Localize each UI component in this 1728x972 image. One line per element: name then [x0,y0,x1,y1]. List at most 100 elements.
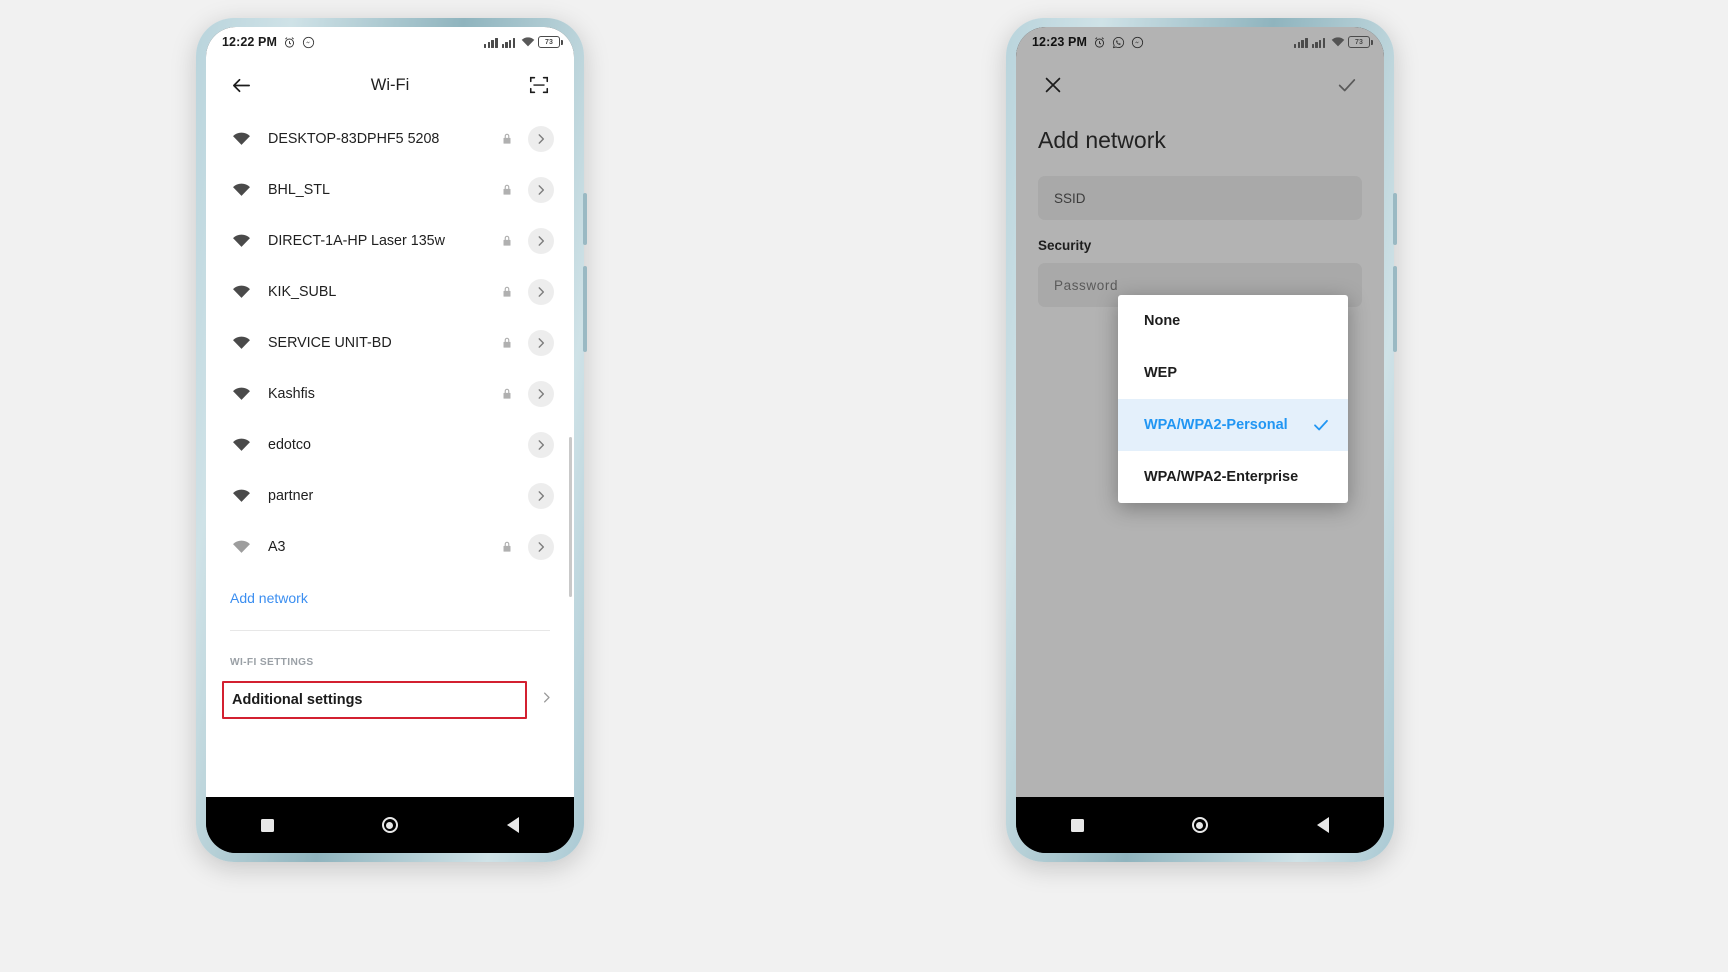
battery-icon: 73 [538,36,563,48]
wifi-signal-icon [230,128,252,150]
back-button[interactable] [496,808,530,842]
right-phone-volume-button [1393,266,1397,352]
circle-icon [1191,817,1208,833]
wifi-network-list: DESKTOP-83DPHF5 5208 BHL_STL DIRECT-1A-H… [206,113,574,572]
wifi-signal-icon [230,536,252,558]
wifi-signal-icon [230,179,252,201]
screenshot-canvas: 12:22 PM 73 Wi-Fi DESKTOP-83DPHF5 5208 B… [0,0,1728,972]
messenger-icon [302,36,315,49]
recents-button[interactable] [1060,808,1094,842]
wifi-network-name: partner [268,487,314,504]
wifi-action-bar: Wi-Fi [206,57,574,113]
status-time: 12:22 PM [222,35,277,49]
alarm-icon [1093,36,1106,49]
add-network-title: Add network [1038,127,1166,153]
wifi-network-name: DIRECT-1A-HP Laser 135w [268,232,445,249]
wifi-icon [1331,36,1345,49]
dropdown-option-label: WPA/WPA2-Personal [1144,417,1288,433]
add-network-link[interactable]: Add network [206,572,574,624]
additional-settings-wrapper: Additional settings [206,668,574,720]
wifi-settings-section-label: WI-FI SETTINGS [230,657,314,668]
wifi-row[interactable]: Kashfis [206,368,574,419]
chevron-right-icon[interactable] [528,431,554,458]
password-placeholder: Password [1054,277,1119,293]
wifi-row[interactable]: DESKTOP-83DPHF5 5208 [206,113,574,164]
chevron-right-icon[interactable] [528,125,554,152]
left-status-bar: 12:22 PM 73 [206,27,574,57]
wifi-network-name: SERVICE UNIT-BD [268,334,392,351]
checkmark-icon [1312,416,1330,434]
status-right-group: 73 [484,36,563,49]
status-time: 12:23 PM [1032,35,1087,49]
left-phone-side-button [583,193,587,245]
wifi-signal-icon [230,383,252,405]
left-phone-body: 12:22 PM 73 Wi-Fi DESKTOP-83DPHF5 5208 B… [206,27,574,853]
chevron-right-icon[interactable] [528,380,554,407]
dropdown-option-none[interactable]: None [1118,295,1348,347]
dropdown-option-label: None [1144,313,1181,329]
list-scrollbar[interactable] [569,437,572,597]
wifi-network-name: KIK_SUBL [268,283,337,300]
battery-icon: 73 [1348,36,1373,48]
additional-settings-label: Additional settings [222,681,527,719]
wifi-signal-icon [230,434,252,456]
lock-icon [500,234,514,248]
chevron-right-icon[interactable] [528,482,554,509]
home-button[interactable] [1183,808,1217,842]
back-arrow-icon[interactable] [226,70,256,100]
add-network-screen: 12:23 PM 73 Add network SSID Security Pa… [1016,27,1384,797]
chevron-right-icon[interactable] [528,533,554,560]
security-dropdown-menu[interactable]: None WEP WPA/WPA2-Personal WPA/WPA2-Ente… [1118,295,1348,503]
wifi-row[interactable]: edotco [206,419,574,470]
chevron-right-icon[interactable] [528,278,554,305]
add-network-action-bar [1016,57,1384,113]
wifi-screen: 12:22 PM 73 Wi-Fi DESKTOP-83DPHF5 5208 B… [206,27,574,797]
left-nav-bar [206,797,574,853]
dropdown-option-wpa-enterprise[interactable]: WPA/WPA2-Enterprise [1118,451,1348,503]
home-button[interactable] [373,808,407,842]
left-phone-device: 12:22 PM 73 Wi-Fi DESKTOP-83DPHF5 5208 B… [196,18,587,862]
signal-bars-sim2-icon [501,37,515,48]
wifi-icon [521,36,535,49]
chevron-right-icon[interactable] [528,176,554,203]
wifi-network-name: A3 [268,538,286,555]
messenger-icon [1131,36,1144,49]
ssid-placeholder: SSID [1054,190,1086,206]
recents-button[interactable] [250,808,284,842]
close-x-icon[interactable] [1038,70,1068,100]
wifi-signal-icon [230,281,252,303]
wifi-row[interactable]: partner [206,470,574,521]
right-phone-side-button [1393,193,1397,245]
right-status-bar: 12:23 PM 73 [1016,27,1384,57]
status-left-group: 12:23 PM [1032,35,1144,49]
dropdown-option-wpa-personal[interactable]: WPA/WPA2-Personal [1118,399,1348,451]
chevron-right-icon[interactable] [528,329,554,356]
signal-bars-sim2-icon [1311,37,1325,48]
wifi-network-name: BHL_STL [268,181,330,198]
wifi-network-name: Kashfis [268,385,315,402]
checkmark-icon[interactable] [1332,70,1362,100]
dropdown-option-label: WEP [1144,365,1178,381]
wifi-signal-icon [230,485,252,507]
wifi-row[interactable]: DIRECT-1A-HP Laser 135w [206,215,574,266]
status-right-group: 73 [1294,36,1373,49]
wifi-row[interactable]: KIK_SUBL [206,266,574,317]
left-phone-volume-button [583,266,587,352]
triangle-back-icon [506,817,519,833]
qr-scan-icon[interactable] [524,70,554,100]
signal-bars-sim1-icon [484,37,498,48]
ssid-input[interactable]: SSID [1038,176,1362,220]
wifi-row[interactable]: A3 [206,521,574,572]
wifi-row[interactable]: SERVICE UNIT-BD [206,317,574,368]
back-button[interactable] [1306,808,1340,842]
wifi-signal-icon [230,230,252,252]
whatsapp-icon [1112,36,1125,49]
additional-settings-row[interactable]: Additional settings [222,680,554,720]
battery-level: 73 [1355,38,1363,46]
chevron-right-icon[interactable] [528,227,554,254]
alarm-icon [283,36,296,49]
lock-icon [500,183,514,197]
chevron-right-icon[interactable] [527,690,554,710]
wifi-row[interactable]: BHL_STL [206,164,574,215]
dropdown-option-wep[interactable]: WEP [1118,347,1348,399]
